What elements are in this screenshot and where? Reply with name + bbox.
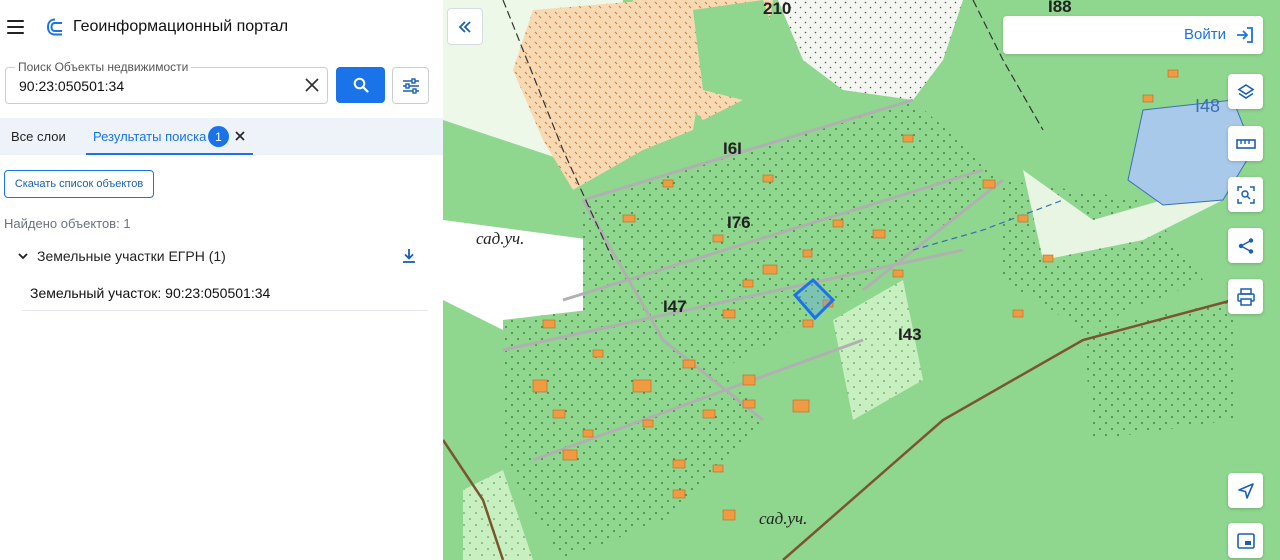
result-item-label: Земельный участок: 90:23:050501:34 [30, 285, 271, 301]
result-group-title: Земельные участки ЕГРН (1) [37, 248, 226, 264]
found-count: Найдено объектов: 1 [4, 216, 131, 231]
app-title: Геоинформационный портал [73, 18, 289, 35]
ruler-button[interactable] [1228, 126, 1263, 161]
map-canvas[interactable]: 210 I88 I48 I6I I76 I47 I43 сад.уч. сад.… [443, 0, 1280, 560]
minimap-button[interactable] [1228, 523, 1263, 558]
chevron-down-icon[interactable] [16, 249, 30, 263]
double-chevron-left-icon [458, 20, 471, 33]
login-panel: Войти [1003, 16, 1263, 54]
sliders-icon [402, 77, 419, 94]
list-item[interactable]: Земельный участок: 90:23:050501:34 [22, 276, 428, 311]
search-field[interactable]: Поиск Объекты недвижимости 90:23:050501:… [5, 60, 328, 104]
minimap-icon [1236, 532, 1255, 549]
search-button[interactable] [336, 67, 385, 103]
filter-button[interactable] [392, 67, 429, 104]
area-select-icon [1236, 185, 1255, 204]
layers-button[interactable] [1228, 74, 1263, 109]
share-icon [1238, 237, 1253, 254]
layers-icon [1237, 83, 1254, 99]
search-label: Поиск Объекты недвижимости [15, 60, 192, 74]
close-results-tab-button[interactable] [233, 127, 247, 145]
tab-results-label: Результаты поиска [93, 129, 207, 144]
result-group-header[interactable]: Земельные участки ЕГРН (1) [0, 243, 430, 271]
top-bar: Геоинформационный портал [0, 0, 443, 54]
collapse-panel-button[interactable] [447, 8, 483, 45]
ruler-icon [1235, 138, 1256, 149]
search-icon [353, 77, 369, 93]
search-input[interactable]: 90:23:050501:34 [19, 77, 124, 95]
menu-icon[interactable] [4, 15, 26, 39]
area-select-button[interactable] [1228, 177, 1263, 212]
share-button[interactable] [1228, 228, 1263, 263]
map-topography[interactable] [443, 0, 1280, 560]
login-icon[interactable] [1235, 26, 1255, 44]
tab-search-results[interactable]: Результаты поиска 1 [86, 118, 253, 155]
print-icon [1236, 287, 1255, 306]
tab-bar: Все слои Результаты поиска 1 [0, 118, 443, 155]
portal-logo-icon [46, 18, 62, 36]
navigate-icon [1237, 482, 1254, 499]
navigate-button[interactable] [1228, 473, 1263, 508]
close-icon [235, 131, 245, 141]
tab-all-layers[interactable]: Все слои [11, 129, 66, 144]
login-button[interactable]: Войти [1184, 26, 1226, 44]
print-button[interactable] [1228, 279, 1263, 314]
download-list-button[interactable]: Скачать список объектов [4, 170, 154, 198]
results-count-badge: 1 [208, 126, 229, 147]
clear-search-button[interactable] [301, 74, 323, 96]
close-icon [305, 78, 319, 92]
download-icon[interactable] [400, 247, 418, 265]
side-panel: Геоинформационный портал Поиск Объекты н… [0, 0, 443, 560]
